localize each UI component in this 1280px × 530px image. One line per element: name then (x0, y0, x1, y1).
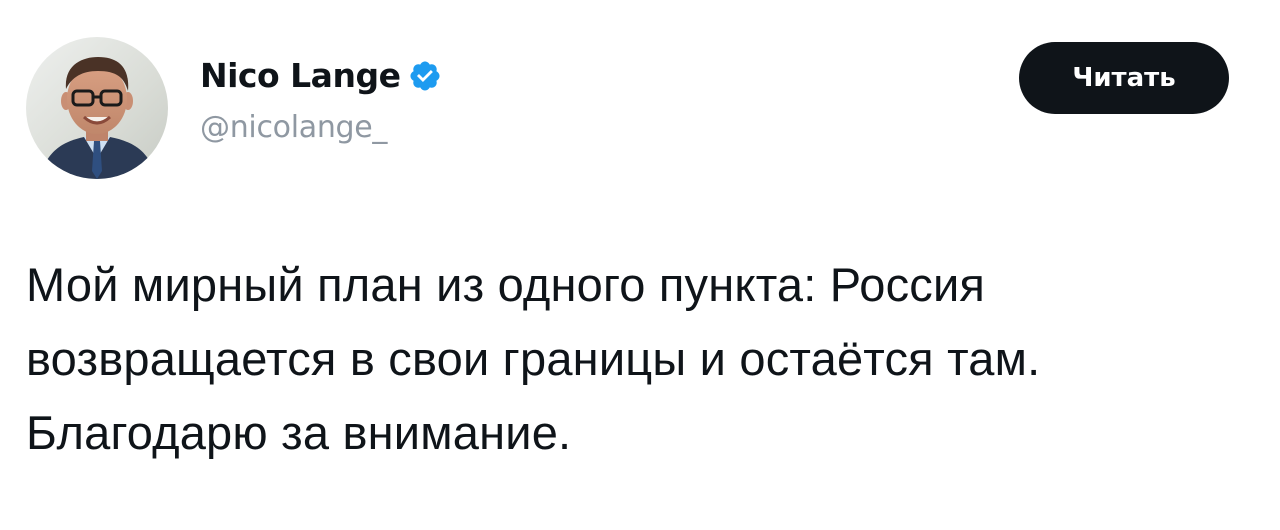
verified-badge-icon (408, 59, 442, 93)
avatar-photo (26, 37, 168, 179)
name-row: Nico Lange (200, 54, 442, 98)
tweet-card: Nico Lange @nicolange_ Читать Мой мирный… (0, 0, 1280, 530)
avatar[interactable] (26, 37, 168, 179)
user-handle[interactable]: @nicolange_ (200, 108, 442, 148)
tweet-text-line: Благодарю за внимание. (26, 406, 572, 459)
follow-button[interactable]: Читать (1019, 42, 1229, 114)
author-block: Nico Lange @nicolange_ (200, 54, 442, 148)
tweet-text: Мой мирный план из одного пункта: Россия… (26, 248, 1266, 470)
tweet-text-line: возвращается в свои границы и остаётся т… (26, 332, 1041, 385)
tweet-text-line: Мой мирный план из одного пункта: Россия (26, 258, 986, 311)
display-name[interactable]: Nico Lange (200, 54, 401, 98)
